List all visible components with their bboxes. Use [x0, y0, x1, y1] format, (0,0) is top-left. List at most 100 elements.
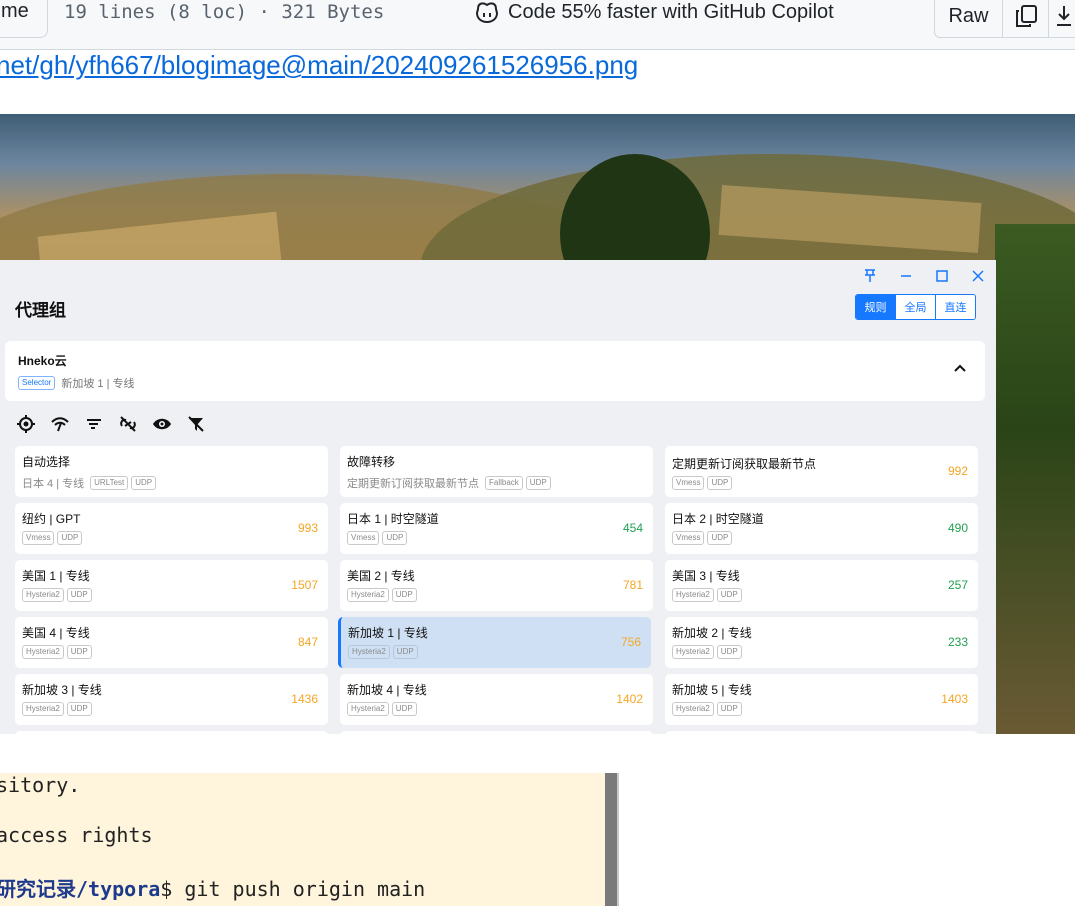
- node-meta: Hysteria2 UDP: [672, 588, 742, 602]
- window-controls: [862, 268, 986, 284]
- mode-direct-button[interactable]: 直连: [935, 295, 975, 319]
- node-delay[interactable]: 454: [623, 521, 643, 535]
- node-delay[interactable]: 1436: [291, 692, 318, 706]
- preview-tab[interactable]: me: [0, 0, 48, 38]
- proxy-node-card-partial[interactable]: [340, 731, 653, 734]
- node-type-tag: Vmess: [672, 476, 705, 490]
- node-meta: Vmess UDP: [22, 531, 83, 545]
- collapse-icon[interactable]: [953, 361, 967, 378]
- proxy-group-header[interactable]: Hneko云 Selector 新加坡 1 | 专线: [5, 341, 985, 401]
- node-type-tag: Hysteria2: [347, 702, 389, 716]
- node-delay[interactable]: 847: [298, 635, 318, 649]
- mode-switch: 规则 全局 直连: [855, 294, 976, 320]
- file-header-bar: me 19 lines (8 loc) · 321 Bytes Code 55%…: [0, 0, 1075, 50]
- node-meta: Hysteria2 UDP: [347, 702, 417, 716]
- sort-icon[interactable]: [84, 414, 104, 434]
- url-off-icon[interactable]: [118, 414, 138, 434]
- proxy-node-card[interactable]: 美国 4 | 专线 Hysteria2 UDP 847: [15, 617, 328, 668]
- node-delay[interactable]: 993: [298, 521, 318, 535]
- node-delay[interactable]: 1402: [616, 692, 643, 706]
- raw-button[interactable]: Raw: [935, 0, 1003, 37]
- group-toolbar: [16, 414, 206, 434]
- node-delay[interactable]: 490: [948, 521, 968, 535]
- node-type-tag: UDP: [716, 645, 742, 659]
- proxy-node-card-partial[interactable]: [15, 731, 328, 734]
- node-type-tag: Hysteria2: [347, 588, 389, 602]
- file-actions: Raw: [934, 0, 1075, 38]
- proxy-node-card[interactable]: 日本 2 | 时空隧道 Vmess UDP 490: [665, 503, 978, 554]
- proxy-node-card[interactable]: 纽约 | GPT Vmess UDP 993: [15, 503, 328, 554]
- node-delay[interactable]: 257: [948, 578, 968, 592]
- node-meta: Hysteria2 UDP: [347, 588, 417, 602]
- node-delay[interactable]: 233: [948, 635, 968, 649]
- download-button[interactable]: [1049, 0, 1075, 37]
- node-type-tag: UDP: [66, 588, 92, 602]
- node-type-tag: URLTest: [90, 476, 129, 490]
- proxy-node-card[interactable]: 新加坡 1 | 专线 Hysteria2 UDP 756: [338, 617, 651, 668]
- node-type-tag: Hysteria2: [22, 588, 64, 602]
- node-delay[interactable]: 1403: [941, 692, 968, 706]
- proxy-node-card[interactable]: 日本 1 | 时空隧道 Vmess UDP 454: [340, 503, 653, 554]
- node-meta: Hysteria2 UDP: [22, 588, 92, 602]
- node-type-tag: Fallback: [485, 476, 523, 490]
- node-name: 美国 3 | 专线: [672, 569, 740, 583]
- node-meta: Hysteria2 UDP: [672, 702, 742, 716]
- proxy-node-card[interactable]: 故障转移 定期更新订阅获取最新节点 Fallback UDP: [340, 446, 653, 497]
- node-type-tag: UDP: [716, 702, 742, 716]
- node-type-tag: UDP: [716, 588, 742, 602]
- node-type-tag: UDP: [66, 645, 92, 659]
- node-type-tag: UDP: [131, 476, 157, 490]
- copy-button[interactable]: [1003, 0, 1049, 37]
- proxy-node-card[interactable]: 美国 1 | 专线 Hysteria2 UDP 1507: [15, 560, 328, 611]
- node-type-tag: Hysteria2: [672, 588, 714, 602]
- proxy-node-card[interactable]: 新加坡 4 | 专线 Hysteria2 UDP 1402: [340, 674, 653, 725]
- mode-global-button[interactable]: 全局: [895, 295, 935, 319]
- filter-off-icon[interactable]: [186, 414, 206, 434]
- copilot-promo[interactable]: Code 55% faster with GitHub Copilot: [474, 0, 834, 24]
- node-delay[interactable]: 992: [948, 464, 968, 478]
- node-type-tag: UDP: [382, 531, 408, 545]
- proxy-node-card[interactable]: 新加坡 2 | 专线 Hysteria2 UDP 233: [665, 617, 978, 668]
- proxy-node-card[interactable]: 美国 2 | 专线 Hysteria2 UDP 781: [340, 560, 653, 611]
- locate-icon[interactable]: [16, 414, 36, 434]
- maximize-icon[interactable]: [934, 268, 950, 284]
- mode-rule-button[interactable]: 规则: [856, 295, 895, 319]
- download-icon: [1057, 6, 1071, 26]
- group-current-node: 新加坡 1 | 专线: [61, 378, 135, 390]
- image-url-link[interactable]: net/gh/yfh667/blogimage@main/20240926152…: [0, 50, 638, 81]
- terminal-line: 研究记录/typora$ git push origin main: [0, 873, 425, 902]
- proxy-node-card[interactable]: 定期更新订阅获取最新节点 Vmess UDP 992: [665, 446, 978, 497]
- node-type-tag: Vmess: [672, 531, 705, 545]
- node-delay[interactable]: 781: [623, 578, 643, 592]
- eye-icon[interactable]: [152, 414, 172, 434]
- node-type-tag: Vmess: [22, 531, 55, 545]
- page-title: 代理组: [15, 301, 66, 320]
- pin-icon[interactable]: [862, 268, 878, 284]
- terminal-line: sitory.: [0, 773, 81, 797]
- node-type-tag: UDP: [57, 531, 83, 545]
- proxy-node-card-partial[interactable]: [665, 731, 978, 734]
- proxy-node-card[interactable]: 新加坡 5 | 专线 Hysteria2 UDP 1403: [665, 674, 978, 725]
- node-name: 自动选择: [22, 455, 71, 469]
- node-meta: Hysteria2 UDP: [348, 645, 418, 659]
- node-meta: Hysteria2 UDP: [22, 645, 92, 659]
- node-type-tag: UDP: [391, 702, 417, 716]
- proxy-node-card[interactable]: 美国 3 | 专线 Hysteria2 UDP 257: [665, 560, 978, 611]
- proxy-app-window: 代理组 规则 全局 直连 Hneko云 Selector 新加坡 1 | 专线: [0, 260, 996, 734]
- node-type-tag: UDP: [707, 531, 733, 545]
- forest-edge: [995, 224, 1075, 734]
- copy-icon: [1015, 5, 1037, 27]
- close-icon[interactable]: [970, 268, 986, 284]
- node-delay[interactable]: 1507: [291, 578, 318, 592]
- proxy-node-card[interactable]: 自动选择日本 4 | 专线 URLTest UDP: [15, 446, 328, 497]
- delay-test-icon[interactable]: [50, 414, 70, 434]
- node-name: 新加坡 2 | 专线: [672, 626, 752, 640]
- node-delay[interactable]: 756: [621, 635, 641, 649]
- group-name: Hneko云: [18, 354, 67, 368]
- minimize-icon[interactable]: [898, 268, 914, 284]
- node-type-tag: Hysteria2: [672, 702, 714, 716]
- node-current: 日本 4 | 专线: [22, 478, 85, 490]
- proxy-node-card[interactable]: 新加坡 3 | 专线 Hysteria2 UDP 1436: [15, 674, 328, 725]
- terminal-line: access rights: [0, 823, 153, 847]
- copilot-icon: [475, 2, 499, 24]
